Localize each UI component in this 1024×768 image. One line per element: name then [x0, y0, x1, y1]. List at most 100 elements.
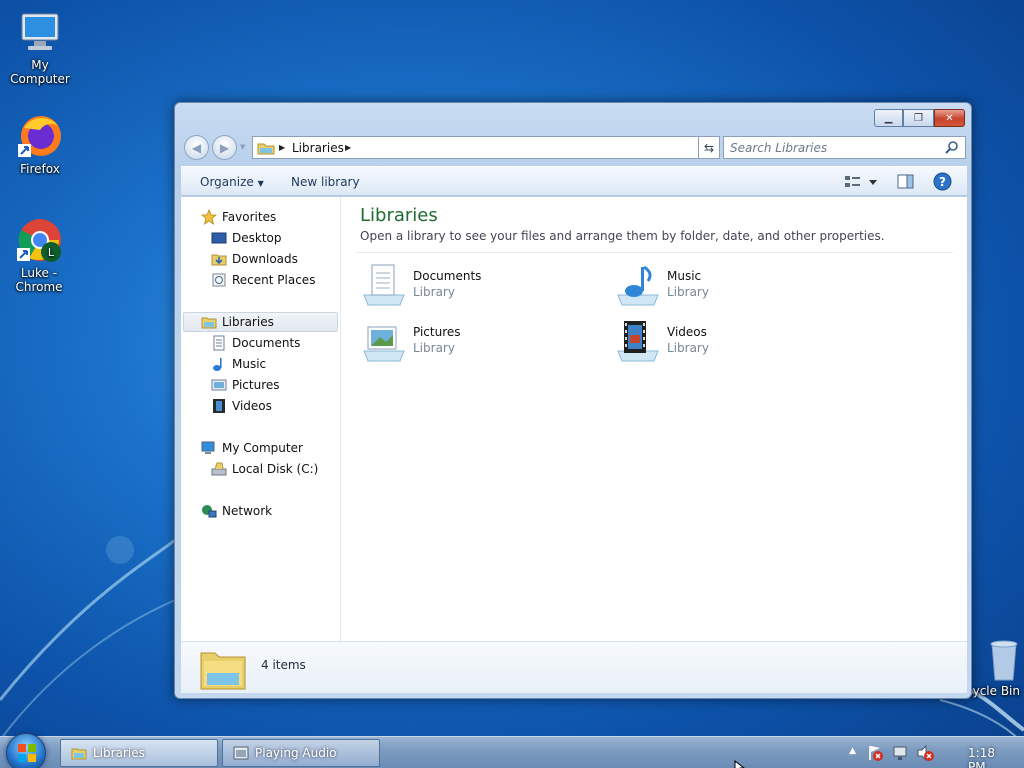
- library-item-pictures[interactable]: Pictures Library: [360, 315, 590, 367]
- new-library-button[interactable]: New library: [291, 175, 360, 189]
- nav-pictures[interactable]: Pictures: [211, 375, 280, 395]
- help-button[interactable]: ?: [933, 172, 952, 194]
- close-button[interactable]: ✕: [934, 109, 965, 127]
- forward-arrow-icon: ▶: [219, 140, 230, 155]
- network-icon: [201, 503, 217, 519]
- clock[interactable]: 1:18 PM: [968, 746, 995, 768]
- caption-buttons: ▁ ❐ ✕: [874, 109, 965, 127]
- help-icon: ?: [933, 172, 952, 191]
- libraries-icon: [201, 314, 217, 330]
- library-item-documents[interactable]: Documents Library: [360, 259, 590, 311]
- refresh-icon: ⇆: [703, 140, 715, 155]
- taskbar-button-playing-audio[interactable]: Playing Audio: [222, 739, 380, 767]
- pictures-icon: [211, 377, 227, 393]
- breadcrumb-separator-icon[interactable]: ▶: [345, 143, 351, 152]
- mouse-cursor-icon: [734, 760, 745, 768]
- computer-icon: [16, 8, 64, 56]
- main-pane: Libraries Open a library to see your fil…: [342, 197, 967, 641]
- library-type: Library: [413, 285, 455, 299]
- library-type: Library: [667, 285, 709, 299]
- library-item-music[interactable]: Music Library: [614, 259, 844, 311]
- svg-text:?: ?: [939, 175, 946, 189]
- breadcrumb-libraries[interactable]: Libraries: [292, 141, 344, 155]
- nav-pictures-label: Pictures: [232, 378, 280, 392]
- minimize-button[interactable]: ▁: [874, 109, 903, 127]
- address-row: ◀ ▶ ▼ ▶ Libraries ▶ ▼ ⇆: [182, 133, 966, 161]
- minimize-icon: ▁: [884, 112, 893, 124]
- page-description: Open a library to see your files and arr…: [360, 229, 885, 243]
- volume-muted-icon[interactable]: [916, 744, 934, 765]
- start-button[interactable]: [6, 733, 46, 768]
- taskbar-button-label: Libraries: [93, 746, 145, 760]
- nav-favorites-label: Favorites: [222, 210, 277, 224]
- back-button[interactable]: ◀: [184, 135, 209, 160]
- library-type: Library: [413, 341, 455, 355]
- nav-libraries-label: Libraries: [222, 315, 274, 329]
- desktop-icon-my-computer[interactable]: My Computer: [0, 8, 80, 86]
- navigation-pane: Favorites Desktop Downloads Recent Place…: [181, 197, 341, 641]
- search-input[interactable]: [730, 138, 940, 158]
- desktop-icon-chrome[interactable]: L Luke - Chrome: [0, 216, 78, 294]
- desktop-icon-firefox[interactable]: Firefox: [0, 112, 80, 176]
- organize-button[interactable]: Organize ▼: [200, 175, 264, 189]
- action-center-flag-icon[interactable]: [866, 744, 884, 765]
- library-name: Videos: [667, 325, 707, 339]
- firefox-icon: [16, 112, 64, 160]
- svg-text:L: L: [48, 246, 55, 259]
- desktop-icon-label: My Computer: [10, 58, 70, 86]
- back-arrow-icon: ◀: [191, 140, 202, 155]
- nav-downloads[interactable]: Downloads: [211, 249, 298, 269]
- item-count: 4 items: [261, 658, 306, 672]
- command-bar: Organize ▼ New library ?: [181, 166, 967, 196]
- nav-desktop[interactable]: Desktop: [211, 228, 282, 248]
- search-icon[interactable]: [945, 140, 959, 157]
- windows-logo-icon: [18, 744, 36, 762]
- nav-documents-label: Documents: [232, 336, 301, 350]
- library-item-videos[interactable]: Videos Library: [614, 315, 844, 367]
- libraries-icon: [71, 746, 87, 760]
- library-name: Documents: [413, 269, 482, 283]
- nav-my-computer-label: My Computer: [222, 441, 303, 455]
- show-hidden-icons-icon[interactable]: ▲: [849, 746, 856, 756]
- desktop-icon-label: Firefox: [20, 162, 60, 176]
- libraries-folder-icon: [257, 141, 275, 158]
- refresh-button[interactable]: ⇆: [698, 136, 720, 159]
- nav-libraries[interactable]: Libraries: [183, 312, 338, 332]
- star-icon: [200, 208, 218, 225]
- content-area: Favorites Desktop Downloads Recent Place…: [181, 197, 967, 641]
- preview-pane-icon: [897, 174, 914, 189]
- explorer-window[interactable]: ▁ ❐ ✕ ◀ ▶ ▼ ▶ Libraries ▶ ▼ ⇆ Organize ▼…: [174, 102, 972, 699]
- address-bar[interactable]: ▶ Libraries ▶ ▼: [252, 136, 717, 159]
- forward-button[interactable]: ▶: [212, 135, 237, 160]
- videos-icon: [211, 398, 227, 414]
- search-box[interactable]: [723, 136, 966, 159]
- nav-music[interactable]: Music: [211, 354, 266, 374]
- taskbar-button-label: Playing Audio: [255, 746, 337, 760]
- nav-favorites[interactable]: Favorites: [200, 207, 277, 227]
- change-view-button[interactable]: [843, 173, 881, 194]
- nav-documents[interactable]: Documents: [211, 333, 300, 353]
- network-status-icon[interactable]: [892, 744, 910, 765]
- recent-pages-dropdown-icon[interactable]: ▼: [240, 143, 245, 151]
- libraries-large-icon: [199, 645, 247, 694]
- nav-local-disk-label: Local Disk (C:): [232, 462, 319, 476]
- taskbar-button-libraries[interactable]: Libraries: [60, 739, 218, 767]
- divider: [356, 252, 953, 253]
- maximize-button[interactable]: ❐: [903, 109, 934, 127]
- page-title: Libraries: [360, 205, 438, 226]
- preview-pane-button[interactable]: [897, 173, 915, 194]
- nav-recent-places[interactable]: Recent Places: [211, 270, 315, 290]
- library-name: Pictures: [413, 325, 461, 339]
- nav-my-computer[interactable]: My Computer: [201, 438, 303, 458]
- nav-local-disk[interactable]: Local Disk (C:): [211, 459, 318, 479]
- library-name: Music: [667, 269, 702, 283]
- downloads-icon: [211, 251, 227, 267]
- nav-network[interactable]: Network: [201, 501, 272, 521]
- music-library-icon: [614, 261, 662, 309]
- breadcrumb-separator-icon[interactable]: ▶: [279, 143, 285, 152]
- nav-recent-places-label: Recent Places: [232, 273, 316, 287]
- videos-library-icon: [614, 317, 662, 365]
- nav-videos-label: Videos: [232, 399, 272, 413]
- nav-videos[interactable]: Videos: [211, 396, 272, 416]
- nav-music-label: Music: [232, 357, 267, 371]
